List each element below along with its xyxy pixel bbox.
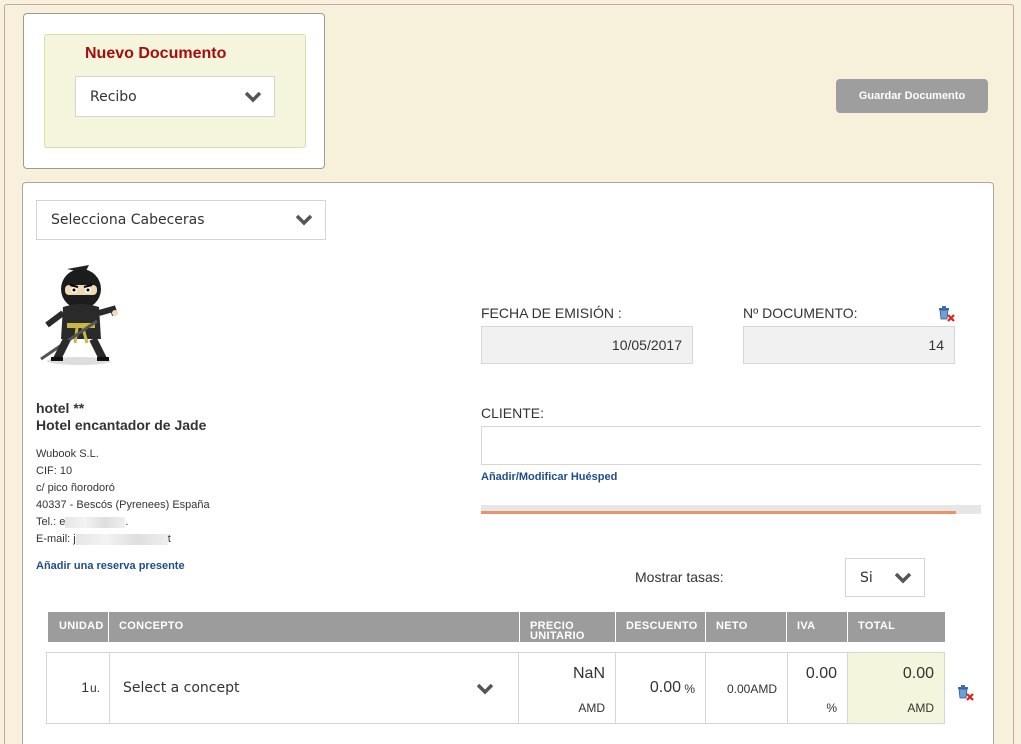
table-row: 1 u. Select a concept NaN AMD 0.00 % 0.0… — [46, 652, 945, 724]
table-header: UNIDAD CONCEPTO PRECIO UNITARIO DESCUENT… — [48, 612, 945, 642]
company-name: Wubook S.L. — [36, 448, 99, 460]
progress-fill — [481, 511, 956, 514]
headers-select-value: Selecciona Cabeceras — [51, 212, 205, 228]
hotel-name-line1: hotel ** — [36, 400, 85, 416]
company-email: E-mail: jt — [36, 531, 210, 548]
document-type-select[interactable]: Recibo — [75, 76, 275, 117]
chevron-down-icon — [295, 214, 313, 226]
new-document-panel: Nuevo Documento Recibo — [23, 13, 325, 169]
concept-select[interactable]: Select a concept — [110, 653, 519, 723]
trash-icon[interactable] — [955, 683, 975, 703]
col-total: TOTAL — [858, 620, 896, 632]
col-net: NETO — [706, 612, 787, 642]
unit-price-value: NaN — [572, 665, 605, 682]
add-reservation-link[interactable]: Añadir una reserva presente — [36, 560, 185, 572]
total-currency: AMD — [907, 701, 934, 715]
document-panel: Selecciona Cabeceras hotel ** Hotel enca… — [22, 182, 994, 744]
net-value: 0.00AMD — [726, 682, 777, 696]
discount-value: 0.00 — [649, 679, 681, 696]
units-value: 1 — [81, 679, 89, 695]
chevron-down-icon — [244, 91, 262, 102]
new-document-title: Nuevo Documento — [85, 45, 227, 62]
vat-cell[interactable]: 0.00 % — [788, 653, 848, 723]
issue-date-field[interactable]: 10/05/2017 — [481, 326, 693, 364]
tel-suffix: . — [125, 516, 129, 528]
unit-price-cell[interactable]: NaN AMD — [519, 653, 616, 723]
company-city: 40337 - Bescós (Pyrenees) España — [36, 499, 210, 511]
client-input[interactable] — [481, 426, 981, 465]
vat-value: 0.00 — [805, 665, 837, 682]
trash-icon[interactable] — [936, 304, 956, 324]
ninja-logo — [40, 265, 118, 365]
save-document-button[interactable]: Guardar Documento — [836, 79, 988, 113]
headers-select[interactable]: Selecciona Cabeceras — [36, 200, 326, 240]
chevron-down-icon — [476, 683, 494, 695]
hotel-name-line2: Hotel encantador de Jade — [36, 417, 207, 433]
show-taxes-value: Si — [860, 569, 873, 586]
email-suffix: t — [167, 533, 171, 545]
hotel-name: hotel ** Hotel encantador de Jade — [36, 400, 206, 434]
col-unit-price: PRECIO UNITARIO — [520, 612, 616, 642]
add-guest-link[interactable]: Añadir/Modificar Huésped — [481, 471, 617, 483]
email-label: E-mail: — [36, 533, 74, 545]
discount-cell[interactable]: 0.00 % — [616, 653, 706, 723]
company-info: Wubook S.L. CIF: 10 c/ pico ñorodoró 403… — [36, 446, 210, 548]
new-document-box: Nuevo Documento Recibo — [44, 34, 306, 148]
client-label: CLIENTE: — [481, 405, 545, 421]
concept-value: Select a concept — [123, 680, 240, 696]
col-discount: DESCUENTO — [616, 612, 706, 642]
issue-date-label: FECHA DE EMISIÓN : — [481, 305, 622, 321]
chevron-down-icon — [894, 572, 912, 583]
col-concept: CONCEPTO — [109, 612, 520, 642]
tel-label: Tel.: — [36, 516, 60, 528]
net-cell: 0.00AMD — [706, 653, 788, 723]
company-address: c/ pico ñorodoró — [36, 482, 115, 494]
total-cell: 0.00 AMD — [848, 653, 944, 723]
col-vat: IVA — [787, 612, 848, 642]
company-tel: Tel.: e. — [36, 514, 210, 531]
redacted-email — [75, 533, 168, 545]
doc-number-label: Nº DOCUMENTO: — [743, 305, 858, 321]
col-units: UNIDAD — [48, 612, 109, 642]
total-value: 0.00 — [902, 665, 934, 682]
show-taxes-select[interactable]: Si — [845, 558, 925, 597]
vat-unit: % — [826, 701, 837, 715]
progress-bar — [481, 505, 981, 514]
show-taxes-label: Mostrar tasas: — [635, 569, 724, 585]
discount-unit: % — [684, 682, 695, 696]
units-cell[interactable]: 1 u. — [47, 653, 110, 723]
company-cif: CIF: 10 — [36, 465, 73, 477]
unit-price-currency: AMD — [578, 701, 605, 715]
units-suffix: u. — [89, 681, 100, 695]
document-type-value: Recibo — [90, 88, 137, 105]
redacted-phone — [65, 516, 126, 528]
doc-number-field[interactable]: 14 — [743, 326, 955, 364]
